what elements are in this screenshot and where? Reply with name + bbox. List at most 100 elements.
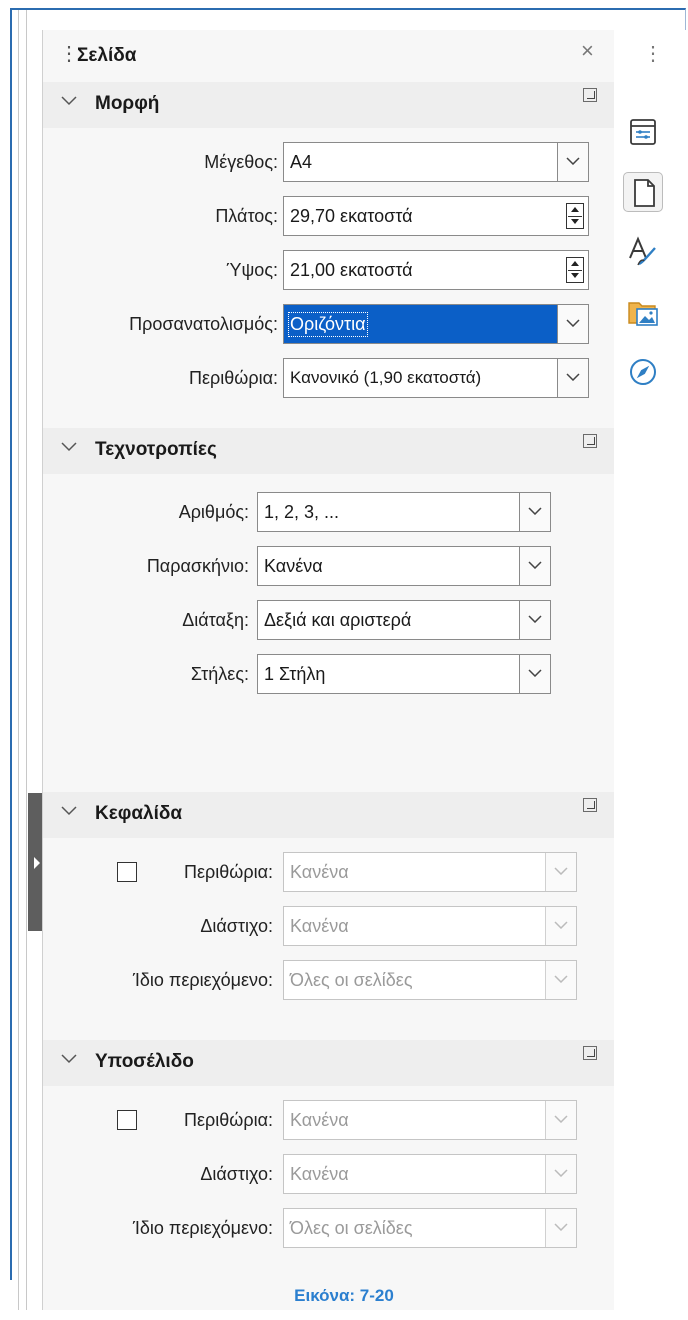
chevron-down-icon xyxy=(61,1054,77,1064)
footer-margins-checkbox[interactable] xyxy=(117,1110,137,1130)
header-margins-label: Περιθώρια: xyxy=(184,862,273,882)
columns-dropdown[interactable]: 1 Στήλη xyxy=(257,654,551,694)
sidebar-collapse-handle[interactable] xyxy=(28,793,42,931)
layout-dropdown[interactable]: Δεξιά και αριστερά xyxy=(257,600,551,640)
layout-label: Διάταξη: xyxy=(182,610,249,630)
header-same-content-dropdown[interactable]: Όλες οι σελίδες xyxy=(283,960,577,1000)
size-value: A4 xyxy=(290,152,313,172)
margins-row: Περιθώρια: Κανονικό (1,90 εκατοστά) xyxy=(43,358,615,398)
orientation-row: Προσανατολισμός: Οριζόντια xyxy=(43,304,615,344)
columns-label: Στήλες: xyxy=(190,664,249,684)
header-margins-dropdown[interactable]: Κανένα xyxy=(283,852,577,892)
section-title: Μορφή xyxy=(95,93,160,114)
chevron-down-icon[interactable] xyxy=(519,547,550,585)
more-options-icon[interactable] xyxy=(583,88,597,102)
width-value: 29,70 εκατοστά xyxy=(290,206,413,226)
chevron-down-icon[interactable] xyxy=(545,907,576,945)
deck-title: Σελίδα xyxy=(77,45,137,66)
margins-dropdown[interactable]: Κανονικό (1,90 εκατοστά) xyxy=(283,358,589,398)
chevron-down-icon[interactable] xyxy=(557,143,588,181)
chevron-down-icon[interactable] xyxy=(557,305,588,343)
footer-spacing-row: Διάστιχο: Κανένα xyxy=(43,1154,615,1194)
chevron-down-icon[interactable] xyxy=(545,853,576,891)
header-spacing-label: Διάστιχο: xyxy=(200,916,273,936)
height-spinbox[interactable]: 21,00 εκατοστά xyxy=(283,250,589,290)
chevron-down-icon[interactable] xyxy=(545,961,576,999)
margins-value: Κανονικό (1,90 εκατοστά) xyxy=(290,368,482,387)
chevron-down-icon[interactable] xyxy=(545,1101,576,1139)
chevron-down-icon[interactable] xyxy=(557,359,588,397)
more-options-icon[interactable] xyxy=(583,1046,597,1060)
footer-same-content-dropdown[interactable]: Όλες οι σελίδες xyxy=(283,1208,577,1248)
spin-buttons[interactable] xyxy=(566,203,584,229)
header-same-content-label: Ίδιο περιεχόμενο: xyxy=(132,970,273,990)
chevron-down-icon[interactable] xyxy=(519,493,550,531)
background-value: Κανένα xyxy=(264,556,323,576)
footer-spacing-dropdown[interactable]: Κανένα xyxy=(283,1154,577,1194)
page-icon[interactable] xyxy=(623,172,663,212)
chevron-down-icon[interactable] xyxy=(545,1155,576,1193)
footer-section: Υποσέλιδο Περιθώρια: Κανένα Διάστιχο: Κα… xyxy=(43,1040,615,1290)
height-row: Ύψος: 21,00 εκατοστά xyxy=(43,250,615,290)
drag-grip-icon[interactable]: ⋮ xyxy=(59,44,79,64)
styles-icon[interactable] xyxy=(623,232,663,272)
spin-down-icon[interactable] xyxy=(571,219,579,224)
header-same-content-value: Όλες οι σελίδες xyxy=(290,970,413,990)
properties-icon[interactable] xyxy=(623,112,663,152)
left-divider xyxy=(18,10,19,1310)
header-spacing-dropdown[interactable]: Κανένα xyxy=(283,906,577,946)
section-title: Τεχνοτροπίες xyxy=(95,439,217,460)
number-label: Αριθμός: xyxy=(178,502,249,522)
expand-arrow-icon xyxy=(34,857,40,869)
size-dropdown[interactable]: A4 xyxy=(283,142,589,182)
chevron-down-icon xyxy=(61,806,77,816)
background-dropdown[interactable]: Κανένα xyxy=(257,546,551,586)
width-spinbox[interactable]: 29,70 εκατοστά xyxy=(283,196,589,236)
chevron-down-icon xyxy=(61,96,77,106)
styles-section-header[interactable]: Τεχνοτροπίες xyxy=(43,428,615,474)
footer-margins-label: Περιθώρια: xyxy=(184,1110,273,1130)
more-options-icon[interactable] xyxy=(583,434,597,448)
chevron-down-icon[interactable] xyxy=(519,655,550,693)
footer-margins-value: Κανένα xyxy=(290,1110,349,1130)
close-icon[interactable]: × xyxy=(581,38,594,64)
spin-up-icon[interactable] xyxy=(571,207,579,212)
number-value: 1, 2, 3, ... xyxy=(264,502,340,522)
page-deck: ⋮ Σελίδα × Μορφή Μέγεθος: A4 Πλάτος: 29,… xyxy=(42,30,615,1310)
footer-spacing-label: Διάστιχο: xyxy=(200,1164,273,1184)
spin-up-icon[interactable] xyxy=(571,261,579,266)
footer-section-header[interactable]: Υποσέλιδο xyxy=(43,1040,615,1086)
spin-buttons[interactable] xyxy=(566,257,584,283)
left-divider-inner xyxy=(26,10,27,1310)
tabbar-menu-icon[interactable]: ⋮ xyxy=(643,44,663,64)
background-row: Παρασκήνιο: Κανένα xyxy=(43,546,615,586)
footer-margins-dropdown[interactable]: Κανένα xyxy=(283,1100,577,1140)
header-same-content-row: Ίδιο περιεχόμενο: Όλες οι σελίδες xyxy=(43,960,615,1000)
header-section-header[interactable]: Κεφαλίδα xyxy=(43,792,615,838)
navigator-icon[interactable] xyxy=(623,352,663,392)
width-label: Πλάτος: xyxy=(215,206,278,226)
size-label: Μέγεθος: xyxy=(204,152,278,172)
format-section-header[interactable]: Μορφή xyxy=(43,82,615,128)
layout-row: Διάταξη: Δεξιά και αριστερά xyxy=(43,600,615,640)
format-section: Μορφή Μέγεθος: A4 Πλάτος: 29,70 εκατοστά… xyxy=(43,82,615,398)
spin-down-icon[interactable] xyxy=(571,273,579,278)
size-row: Μέγεθος: A4 xyxy=(43,142,615,182)
footer-same-content-label: Ίδιο περιεχόμενο: xyxy=(132,1218,273,1238)
number-dropdown[interactable]: 1, 2, 3, ... xyxy=(257,492,551,532)
height-label: Ύψος: xyxy=(226,260,278,280)
gallery-icon[interactable] xyxy=(623,292,663,332)
header-margins-checkbox[interactable] xyxy=(117,862,137,882)
orientation-value: Οριζόντια xyxy=(288,312,368,337)
columns-value: 1 Στήλη xyxy=(264,664,326,684)
chevron-down-icon[interactable] xyxy=(519,601,550,639)
footer-margins-row: Περιθώρια: Κανένα xyxy=(43,1100,615,1140)
orientation-dropdown[interactable]: Οριζόντια xyxy=(283,304,589,344)
height-value: 21,00 εκατοστά xyxy=(290,260,413,280)
section-title: Κεφαλίδα xyxy=(95,803,183,824)
more-options-icon[interactable] xyxy=(583,798,597,812)
styles-section: Τεχνοτροπίες Αριθμός: 1, 2, 3, ... Παρασ… xyxy=(43,428,615,768)
chevron-down-icon[interactable] xyxy=(545,1209,576,1247)
footer-spacing-value: Κανένα xyxy=(290,1164,349,1184)
layout-value: Δεξιά και αριστερά xyxy=(264,610,412,630)
